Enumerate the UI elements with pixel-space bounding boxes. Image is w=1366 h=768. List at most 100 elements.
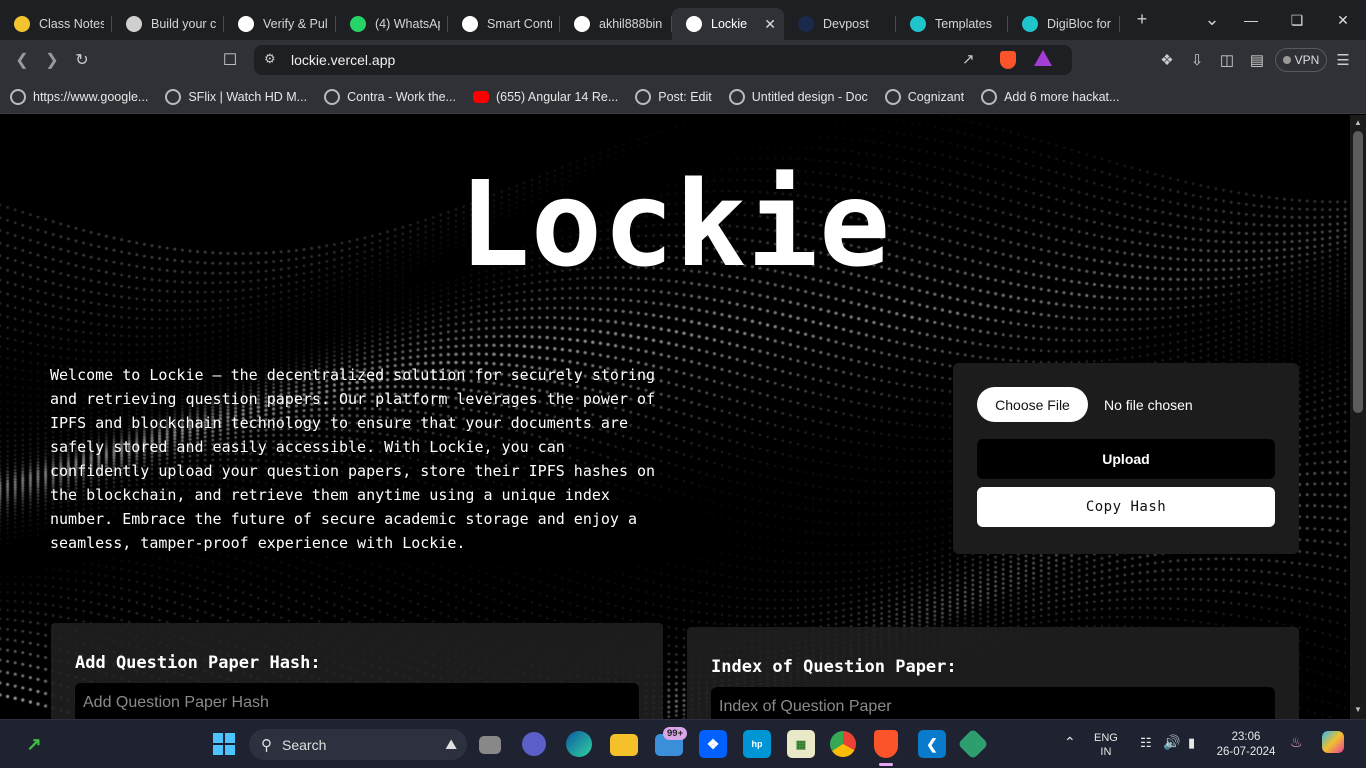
scroll-up-icon[interactable]: ▲	[1354, 118, 1362, 127]
extensions-icon[interactable]: ❖	[1157, 50, 1177, 70]
show-hidden-icons-icon[interactable]: ⌃	[1064, 734, 1076, 751]
stocks-widget-icon[interactable]: ↗	[20, 730, 48, 758]
tab-title: Class Notes	[39, 17, 104, 31]
tab-search-chevron-icon[interactable]: ⌄	[1192, 9, 1232, 30]
bookmark-label: Contra - Work the...	[347, 89, 456, 104]
tab-title: DigiBloc for	[1047, 17, 1111, 31]
index-label: Index of Question Paper:	[711, 657, 957, 677]
site-info-icon[interactable]: ⚙	[264, 51, 276, 67]
tab-build-your-c[interactable]: Build your c	[112, 8, 224, 40]
restore-button[interactable]: ❏	[1274, 0, 1320, 40]
bookmark-item[interactable]: SFlix | Watch HD M...	[165, 88, 307, 105]
brave-rewards-icon[interactable]	[1034, 50, 1052, 66]
page-title: Lockie	[458, 155, 892, 293]
page-scrollbar[interactable]: ▲ ▼	[1350, 115, 1366, 719]
close-window-button[interactable]: ✕	[1320, 0, 1366, 40]
vscode-icon[interactable]: ❮	[918, 730, 946, 758]
tab-class-notes[interactable]: Class Notes	[0, 8, 112, 40]
bookmark-label: Post: Edit	[658, 89, 712, 104]
url-text[interactable]: lockie.vercel.app	[291, 52, 395, 68]
canva-icon	[910, 16, 926, 32]
search-label: Search	[282, 736, 327, 753]
dropbox-icon[interactable]: ❖	[699, 730, 727, 758]
edge-icon[interactable]	[566, 731, 592, 757]
mail-badge: 99+	[663, 727, 688, 740]
clock-time: 23:06	[1231, 731, 1261, 743]
vpn-status-icon	[1282, 56, 1291, 64]
menu-icon[interactable]: ☰	[1333, 50, 1353, 70]
teams-meet-icon[interactable]	[522, 732, 546, 756]
brave-icon[interactable]	[874, 730, 898, 758]
sidebar-icon[interactable]: ◫	[1217, 50, 1237, 70]
address-bar[interactable]: ⚙ lockie.vercel.app ↗	[254, 45, 1072, 75]
chrome-icon[interactable]	[830, 731, 856, 757]
file-explorer-icon[interactable]	[610, 734, 638, 756]
upload-card: Choose File No file chosen Upload Copy H…	[953, 363, 1299, 554]
spreadsheet-app-icon[interactable]: ▦	[787, 730, 815, 758]
globe-icon	[10, 88, 26, 105]
bookmark-item[interactable]: Untitled design - Doc	[728, 88, 868, 105]
volume-icon[interactable]: 🔊	[1163, 734, 1180, 751]
upload-button[interactable]: Upload	[977, 439, 1275, 479]
bookmark-item[interactable]: Add 6 more hackat...	[981, 88, 1119, 105]
tab-title: akhil888bin	[599, 17, 663, 31]
clock[interactable]: 23:06 26-07-2024	[1214, 730, 1278, 760]
bookmark-item[interactable]: Post: Edit	[635, 88, 712, 105]
task-view-icon[interactable]	[479, 736, 501, 754]
taskbar-search[interactable]: ⚲ Search ⛰	[249, 729, 467, 760]
minimize-button[interactable]: —	[1228, 0, 1274, 40]
share-icon[interactable]: ↗	[962, 50, 975, 68]
file-status-text: No file chosen	[1104, 397, 1193, 413]
battery-icon[interactable]: ▮	[1188, 735, 1195, 751]
vpn-button[interactable]: VPN	[1275, 48, 1327, 72]
download-icon[interactable]: ⇩	[1187, 50, 1207, 70]
new-tab-button[interactable]: +	[1122, 9, 1162, 30]
tab-title: Lockie	[711, 17, 748, 31]
youtube-icon	[472, 90, 489, 103]
tab-4-whatsap[interactable]: (4) WhatsAp	[336, 8, 448, 40]
search-highlight-icon: ⛰	[445, 736, 457, 752]
bookmark-item[interactable]: Contra - Work the...	[324, 88, 456, 105]
bookmark-icon[interactable]: ☐	[220, 50, 240, 70]
tab-akhil888bin[interactable]: akhil888bin	[560, 8, 672, 40]
tab-divider	[1119, 16, 1120, 32]
webpage: Lockie Welcome to Lockie – the decentral…	[0, 115, 1350, 719]
globe-icon	[728, 88, 745, 105]
bookmark-item[interactable]: (655) Angular 14 Re...	[472, 90, 618, 104]
scroll-down-icon[interactable]: ▼	[1354, 705, 1362, 714]
tab-smart-contr[interactable]: Smart Contr	[448, 8, 560, 40]
lang-code: ENG	[1094, 732, 1118, 744]
tab-title: Templates	[935, 17, 992, 31]
tab-verify-pul[interactable]: Verify & Pul	[224, 8, 336, 40]
whatsapp-icon	[350, 16, 366, 32]
git-app-icon[interactable]	[957, 728, 989, 760]
bookmark-item[interactable]: https://www.google...	[10, 88, 148, 105]
copilot-icon[interactable]	[1322, 731, 1344, 753]
wifi-icon[interactable]: ☷	[1140, 735, 1152, 751]
index-input[interactable]	[711, 687, 1275, 719]
forward-icon[interactable]: ❯	[42, 50, 62, 70]
clock-date: 26-07-2024	[1216, 746, 1276, 758]
start-button[interactable]	[210, 730, 238, 758]
tab-devpost[interactable]: Devpost	[784, 8, 896, 40]
devpost-icon	[798, 16, 814, 32]
myhp-icon[interactable]: hp	[743, 730, 771, 758]
globe-icon	[165, 88, 182, 105]
chatgpt-icon	[462, 16, 478, 32]
language-indicator[interactable]: ENG IN	[1094, 731, 1118, 759]
add-hash-input[interactable]	[75, 683, 639, 719]
brave-shield-icon[interactable]	[1000, 51, 1016, 69]
tab-digibloc-for[interactable]: DigiBloc for	[1008, 8, 1120, 40]
reload-icon[interactable]: ↻	[72, 50, 92, 70]
tab-title: (4) WhatsAp	[375, 17, 440, 31]
scrollbar-thumb[interactable]	[1353, 131, 1363, 413]
notification-bell-icon[interactable]: ♨	[1290, 734, 1303, 751]
copy-hash-button[interactable]: Copy Hash	[977, 487, 1275, 527]
back-icon[interactable]: ❮	[12, 50, 32, 70]
wallet-icon[interactable]: ▤	[1247, 50, 1267, 70]
tab-templates[interactable]: Templates	[896, 8, 1008, 40]
choose-file-button[interactable]: Choose File	[977, 387, 1088, 422]
tab-lockie[interactable]: Lockie ✕	[672, 8, 784, 40]
close-tab-icon[interactable]: ✕	[764, 16, 776, 33]
bookmark-item[interactable]: Cognizant	[884, 88, 964, 105]
